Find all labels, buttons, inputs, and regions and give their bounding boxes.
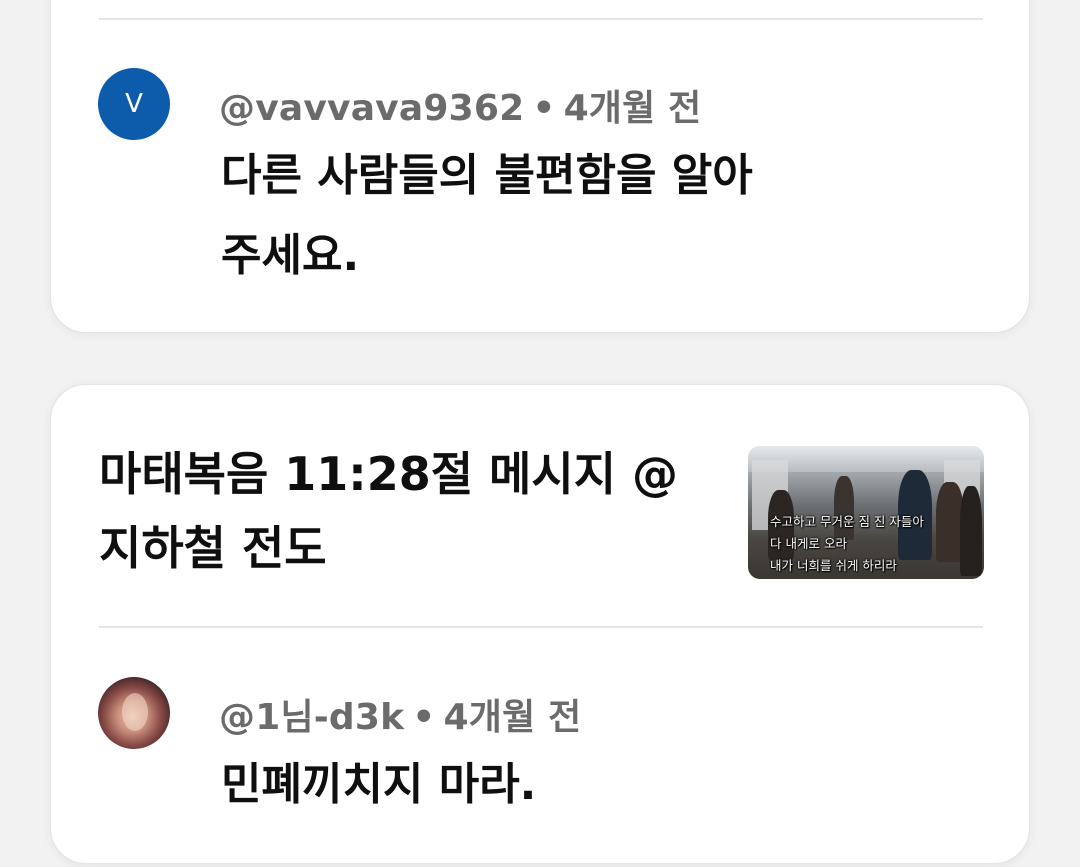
video-title[interactable]: 마태복음 11:28절 메시지 @지하철 전도 xyxy=(99,437,699,585)
thumbnail-caption-line: 수고하고 무거운 짐 진 자들아 xyxy=(770,514,924,529)
thumbnail-caption-line: 다 내게로 오라 xyxy=(770,536,847,551)
comment-meta: @1님-d3k • 4개월 전 xyxy=(219,688,581,740)
divider xyxy=(99,626,983,628)
thumbnail-person xyxy=(960,486,982,576)
thumbnail-person xyxy=(834,476,854,540)
separator-dot: • xyxy=(532,88,556,129)
comment-time: 4개월 전 xyxy=(563,88,702,129)
comment-card-top: V @vavvava9362 • 4개월 전 다른 사람들의 불편함을 알아주세요. xyxy=(50,0,1030,333)
avatar-letter: V xyxy=(125,89,143,119)
separator-dot: • xyxy=(412,697,436,738)
comment-author[interactable]: @1님-d3k xyxy=(219,697,404,738)
comment-time: 4개월 전 xyxy=(443,697,582,738)
comment-meta: @vavvava9362 • 4개월 전 xyxy=(219,79,702,131)
avatar[interactable]: V xyxy=(98,68,170,140)
thumbnail-caption-line: 내가 너희를 쉬게 하리라 xyxy=(770,558,897,573)
video-comment-card[interactable]: 마태복음 11:28절 메시지 @지하철 전도 수고하고 무거운 짐 진 자들아… xyxy=(50,384,1030,864)
avatar-photo-highlight xyxy=(122,693,148,731)
video-thumbnail[interactable]: 수고하고 무거운 짐 진 자들아 다 내게로 오라 내가 너희를 쉬게 하리라 xyxy=(748,446,984,579)
comment-text: 다른 사람들의 불편함을 알아주세요. xyxy=(221,150,753,281)
comment-author[interactable]: @vavvava9362 xyxy=(219,88,524,129)
avatar[interactable] xyxy=(98,677,170,749)
divider xyxy=(99,18,983,20)
comment-text: 민폐끼치지 마라. xyxy=(221,759,537,810)
